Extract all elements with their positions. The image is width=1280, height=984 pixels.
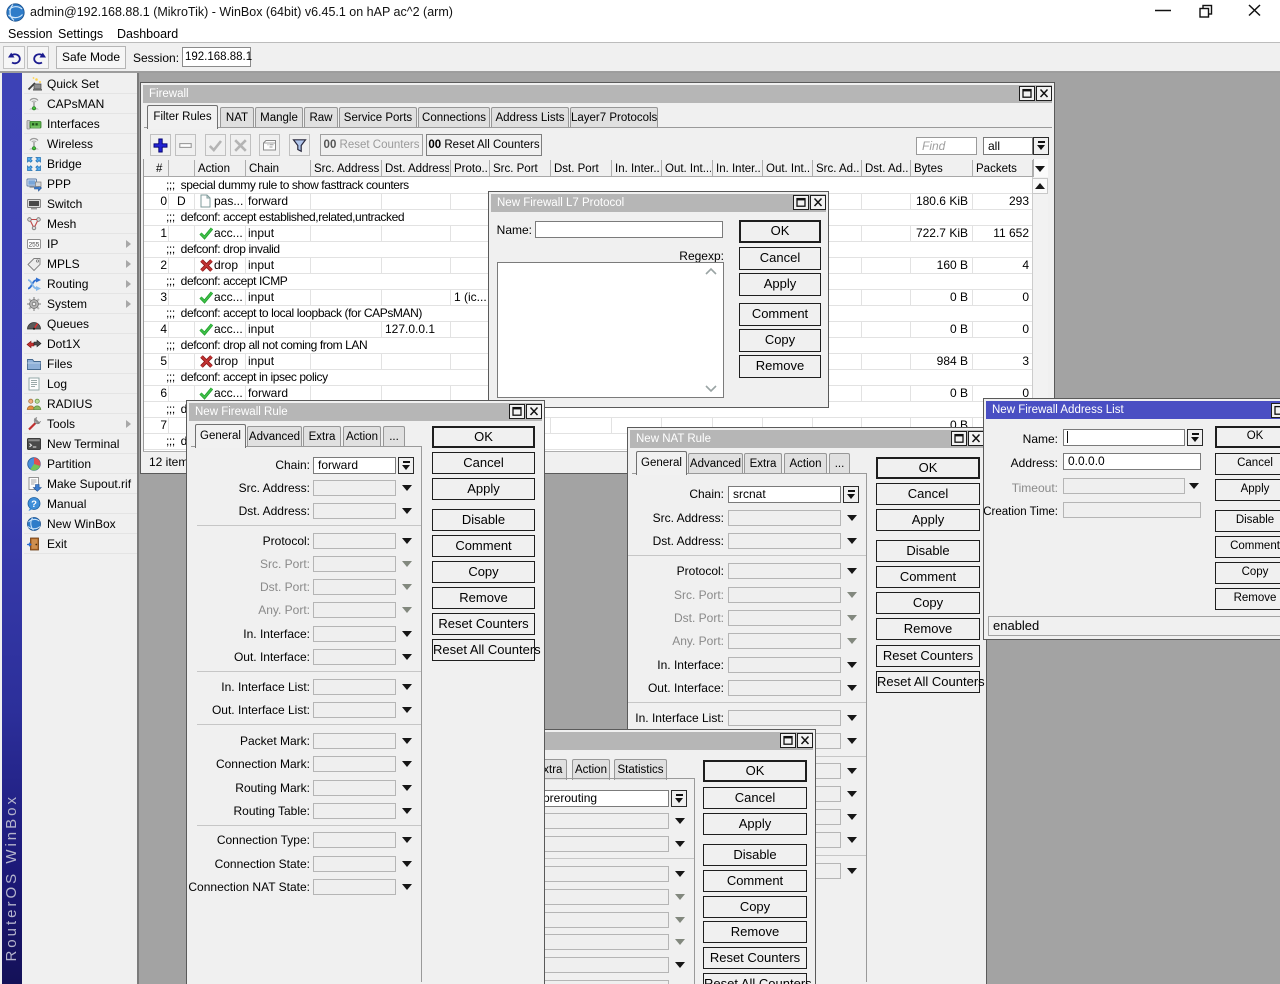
svg-text:255: 255 bbox=[29, 242, 40, 249]
svg-text:?: ? bbox=[31, 499, 37, 510]
